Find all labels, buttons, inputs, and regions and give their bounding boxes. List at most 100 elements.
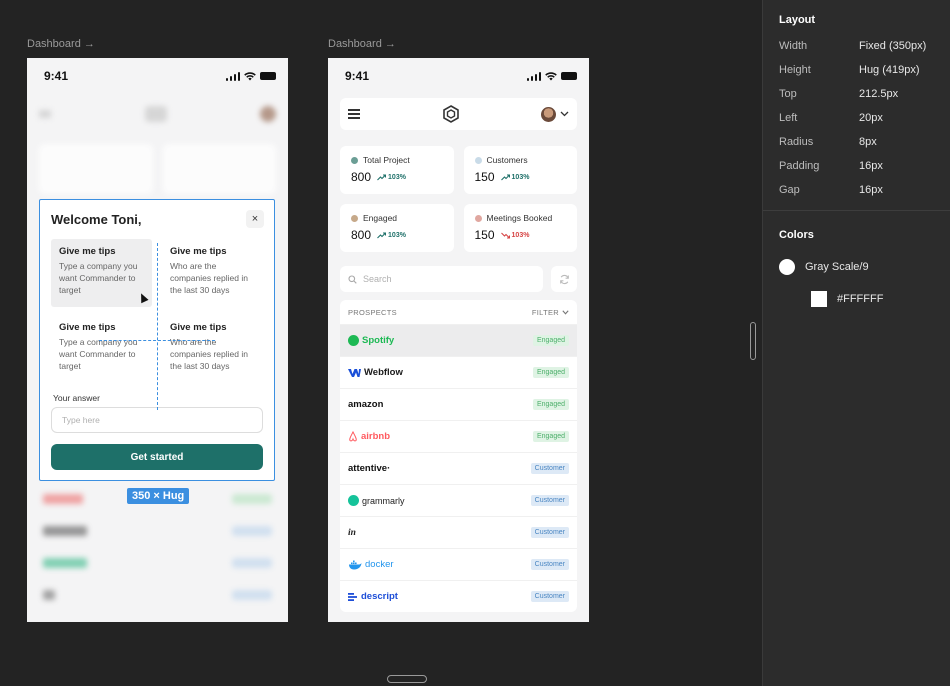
colors-section-title: Colors: [779, 229, 814, 241]
company-name: in: [348, 527, 356, 538]
list-item[interactable]: grammarly Customer: [340, 484, 577, 516]
stat-label: Customers: [486, 155, 528, 165]
property-name: Width: [779, 40, 808, 52]
spotify-icon: [348, 335, 359, 346]
stat-label: Engaged: [363, 213, 398, 223]
stat-card[interactable]: Meetings Booked 150 103%: [463, 204, 577, 252]
list-item[interactable]: Webflow Engaged: [340, 356, 577, 388]
stat-change: 103%: [377, 174, 406, 181]
right-phone-frame: 9:41 Total Project 800 103% Customers 15…: [328, 58, 589, 622]
company-logo: docker: [348, 559, 394, 570]
list-item[interactable]: in Customer: [340, 516, 577, 548]
status-badge: Engaged: [532, 335, 569, 346]
company-name: amazon: [348, 399, 384, 410]
company-name: Webflow: [364, 367, 403, 378]
scroll-handle[interactable]: [750, 322, 756, 360]
refresh-icon: [559, 274, 569, 284]
list-header: PROSPECTS FILTER: [340, 300, 577, 324]
stat-card[interactable]: Engaged 800 103%: [340, 204, 454, 252]
property-row[interactable]: Top 212.5px: [763, 82, 950, 106]
stat-dot: [474, 214, 482, 222]
stat-label: Total Project: [363, 155, 410, 165]
stat-dot: [474, 156, 482, 164]
color-hex-value: #FFFFFF: [837, 293, 884, 305]
layout-section-title: Layout: [779, 14, 816, 26]
layout-properties: Width Fixed (350px) Height Hug (419px) Top…: [763, 34, 950, 202]
company-name: grammarly: [362, 495, 405, 506]
stat-change-value: 103%: [388, 173, 406, 181]
status-badge: Engaged: [532, 367, 569, 378]
status-bar: 9:41: [328, 58, 589, 94]
stat-change-value: 103%: [511, 231, 530, 239]
search-input[interactable]: Search: [340, 266, 543, 292]
chevron-down-icon: [560, 111, 569, 117]
stat-change: 103%: [500, 173, 530, 181]
get-started-button[interactable]: Get started: [51, 444, 263, 470]
property-name: Top: [779, 88, 797, 100]
account-menu[interactable]: [541, 106, 569, 122]
list-item[interactable]: airbnb Engaged: [340, 420, 577, 452]
docker-icon: [349, 560, 362, 569]
list-header-label: PROSPECTS: [348, 307, 397, 317]
company-name: airbnb: [361, 431, 391, 442]
property-name: Left: [779, 112, 798, 124]
frame-label-left[interactable]: Dashboard →: [27, 38, 95, 50]
tip-description: Who are the companies replied in the las…: [170, 261, 248, 295]
stat-value: 800: [351, 170, 372, 184]
stat-value: 800: [351, 228, 372, 242]
blurred-background: [27, 98, 288, 194]
property-value: 212.5px: [859, 88, 899, 100]
trend-down-icon: [500, 232, 510, 239]
stat-change: 103%: [500, 231, 530, 239]
filter-label: FILTER: [531, 307, 559, 317]
property-value: 16px: [859, 184, 883, 196]
bottom-handle[interactable]: [387, 675, 427, 683]
descript-icon: [348, 592, 357, 601]
tip-card[interactable]: Give me tips Who are the companies repli…: [162, 239, 263, 307]
wifi-icon: [545, 71, 557, 80]
logo-icon[interactable]: [442, 105, 460, 123]
property-row[interactable]: Height Hug (419px): [763, 58, 950, 82]
color-hex-row[interactable]: #FFFFFF: [763, 283, 950, 315]
tip-title: Give me tips: [170, 246, 227, 257]
property-row[interactable]: Gap 16px: [763, 178, 950, 202]
stat-change-value: 103%: [511, 173, 530, 181]
trend-up-icon: [377, 173, 387, 180]
tip-card[interactable]: Give me tips Who are the companies repli…: [162, 315, 263, 383]
color-style-row[interactable]: Gray Scale/9: [763, 251, 950, 283]
wifi-icon: [244, 71, 256, 80]
tip-card[interactable]: Give me tips Type a company you want Com…: [51, 239, 152, 307]
list-item[interactable]: descript Customer: [340, 580, 577, 612]
modal-title: Welcome Toni,: [51, 212, 142, 227]
color-style-name: Gray Scale/9: [805, 261, 869, 273]
property-row[interactable]: Radius 8px: [763, 130, 950, 154]
app-top-bar: [340, 98, 577, 130]
company-name: attentive·: [348, 463, 391, 474]
tip-title: Give me tips: [59, 322, 116, 333]
status-badge: Engaged: [532, 431, 569, 442]
answer-label: Your answer: [53, 393, 100, 403]
list-item[interactable]: attentive· Customer: [340, 452, 577, 484]
list-item[interactable]: docker Customer: [340, 548, 577, 580]
tip-title: Give me tips: [170, 322, 227, 333]
tip-card[interactable]: Give me tips Type a company you want Com…: [51, 315, 152, 383]
airbnb-icon: [349, 431, 357, 442]
frame-label-right[interactable]: Dashboard →: [328, 38, 396, 50]
status-badge: Customer: [530, 495, 569, 506]
menu-icon[interactable]: [348, 109, 360, 119]
refresh-button[interactable]: [551, 266, 577, 292]
property-row[interactable]: Width Fixed (350px): [763, 34, 950, 58]
company-logo: amazon: [348, 399, 383, 410]
filter-button[interactable]: FILTER: [532, 308, 569, 317]
status-badge: Engaged: [532, 399, 569, 410]
answer-input[interactable]: [51, 407, 263, 433]
close-button[interactable]: ×: [246, 210, 264, 228]
stat-dot: [351, 214, 358, 222]
stat-card[interactable]: Customers 150 103%: [463, 146, 577, 194]
company-name: docker: [365, 559, 394, 570]
list-item[interactable]: amazon Engaged: [340, 388, 577, 420]
property-row[interactable]: Padding 16px: [763, 154, 950, 178]
list-item[interactable]: Spotify Engaged: [340, 324, 577, 356]
property-row[interactable]: Left 20px: [763, 106, 950, 130]
stat-card[interactable]: Total Project 800 103%: [340, 146, 454, 194]
